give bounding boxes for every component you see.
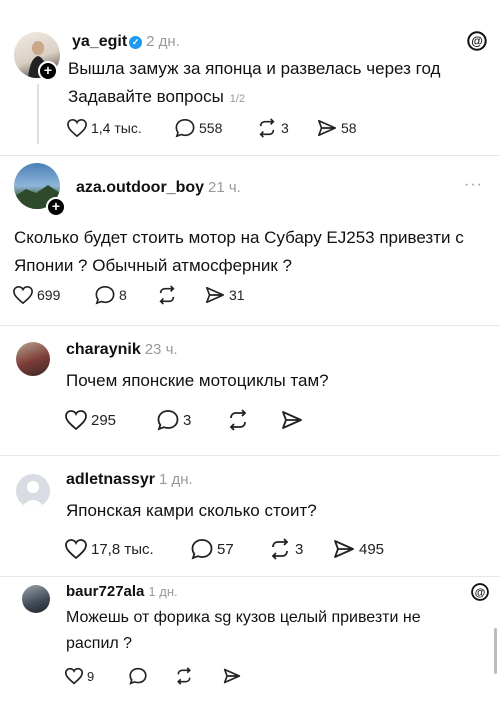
repost-count: 3 bbox=[281, 120, 289, 136]
divider bbox=[0, 455, 500, 456]
comment-button[interactable]: 57 bbox=[190, 538, 234, 560]
like-count: 699 bbox=[37, 287, 61, 303]
comment-count: 3 bbox=[183, 411, 192, 429]
post-text-secondary: Задавайте вопросы 1/2 bbox=[68, 87, 246, 106]
comment-count: 558 bbox=[199, 120, 223, 136]
comment-icon bbox=[157, 410, 179, 431]
thread-line bbox=[37, 84, 39, 144]
divider bbox=[0, 325, 500, 326]
send-icon bbox=[223, 668, 241, 684]
post-text: Почем японские мотоциклы там? bbox=[66, 371, 329, 390]
repost-button[interactable]: 3 bbox=[256, 118, 289, 138]
send-icon bbox=[334, 540, 354, 558]
like-count: 1,4 тыс. bbox=[91, 120, 142, 136]
avatar[interactable] bbox=[16, 342, 50, 376]
comment-icon bbox=[129, 667, 147, 685]
repost-icon bbox=[271, 538, 289, 560]
avatar[interactable] bbox=[16, 474, 50, 508]
comment-button[interactable]: 8 bbox=[94, 285, 127, 305]
post-time: 1 дн. bbox=[148, 584, 178, 599]
heart-icon bbox=[67, 118, 87, 138]
follow-plus-icon[interactable]: + bbox=[46, 197, 66, 217]
post-text: Можешь от форика sg кузов целый привезти… bbox=[66, 609, 421, 652]
like-button[interactable]: 1,4 тыс. bbox=[66, 118, 142, 138]
post-time: 2 дн. bbox=[146, 33, 180, 50]
divider bbox=[0, 155, 500, 156]
send-icon bbox=[318, 119, 336, 137]
like-count: 9 bbox=[87, 668, 95, 684]
post-text: Вышла замуж за японца и развелась через … bbox=[68, 59, 441, 78]
post-time: 23 ч. bbox=[144, 341, 178, 358]
comment-icon bbox=[191, 539, 213, 560]
repost-icon bbox=[177, 667, 191, 685]
repost-icon bbox=[229, 409, 247, 431]
comment-icon bbox=[175, 118, 195, 138]
like-button[interactable]: 17,8 тыс. bbox=[64, 538, 154, 560]
share-button[interactable]: 495 bbox=[332, 538, 384, 560]
share-button[interactable]: 58 bbox=[316, 118, 357, 138]
send-icon bbox=[282, 411, 302, 429]
repost-button[interactable] bbox=[226, 409, 250, 431]
svg-text:@: @ bbox=[475, 587, 486, 599]
share-button[interactable] bbox=[222, 667, 242, 685]
heart-icon bbox=[65, 410, 87, 431]
verified-icon: ✓ bbox=[129, 36, 143, 49]
comment-icon bbox=[95, 285, 115, 305]
post-text: Сколько будет стоить мотор на Субару EJ2… bbox=[14, 228, 464, 275]
heart-icon bbox=[65, 539, 87, 560]
post-time: 1 дн. bbox=[158, 471, 193, 488]
post-counter: 1/2 bbox=[229, 93, 246, 105]
share-count: 58 bbox=[341, 120, 357, 136]
comment-count: 8 bbox=[119, 287, 127, 303]
share-button[interactable] bbox=[280, 409, 304, 431]
comment-button[interactable]: 558 bbox=[174, 118, 222, 138]
repost-icon bbox=[259, 118, 275, 138]
repost-icon bbox=[159, 285, 175, 305]
post-time: 21 ч. bbox=[208, 179, 241, 196]
post-username[interactable]: adletnassyr 1 дн. bbox=[66, 471, 193, 489]
divider bbox=[0, 576, 500, 577]
post-username[interactable]: ya_egit ✓ 2 дн. bbox=[72, 33, 180, 51]
follow-plus-icon[interactable]: + bbox=[38, 61, 58, 81]
more-dots-icon[interactable]: ··· bbox=[464, 176, 483, 194]
heart-icon bbox=[64, 667, 84, 685]
scrollbar[interactable] bbox=[494, 628, 497, 674]
send-icon bbox=[206, 286, 224, 304]
heart-icon bbox=[13, 285, 33, 305]
comment-count: 57 bbox=[217, 540, 234, 558]
like-count: 17,8 тыс. bbox=[91, 540, 154, 558]
post-username[interactable]: baur727ala 1 дн. bbox=[66, 583, 178, 600]
avatar[interactable] bbox=[22, 585, 50, 613]
threads-logo-icon[interactable]: @ bbox=[466, 30, 488, 57]
like-button[interactable]: 699 bbox=[12, 285, 60, 305]
post-username[interactable]: aza.outdoor_boy 21 ч. bbox=[76, 179, 241, 197]
repost-count: 3 bbox=[295, 540, 304, 558]
threads-logo-icon[interactable]: @ bbox=[470, 582, 490, 607]
repost-button[interactable] bbox=[174, 667, 194, 685]
share-button[interactable]: 31 bbox=[204, 285, 245, 305]
comment-button[interactable]: 3 bbox=[156, 409, 191, 431]
like-button[interactable]: 9 bbox=[64, 667, 94, 685]
like-count: 295 bbox=[91, 411, 117, 429]
share-count: 495 bbox=[359, 540, 385, 558]
share-count: 31 bbox=[229, 287, 245, 303]
like-button[interactable]: 295 bbox=[64, 409, 116, 431]
comment-button[interactable] bbox=[128, 667, 148, 685]
post-text: Японская камри сколько стоит? bbox=[66, 501, 317, 520]
svg-text:@: @ bbox=[471, 34, 483, 48]
repost-button[interactable] bbox=[156, 285, 178, 305]
repost-button[interactable]: 3 bbox=[268, 538, 303, 560]
post-username[interactable]: charaynik 23 ч. bbox=[66, 341, 178, 359]
